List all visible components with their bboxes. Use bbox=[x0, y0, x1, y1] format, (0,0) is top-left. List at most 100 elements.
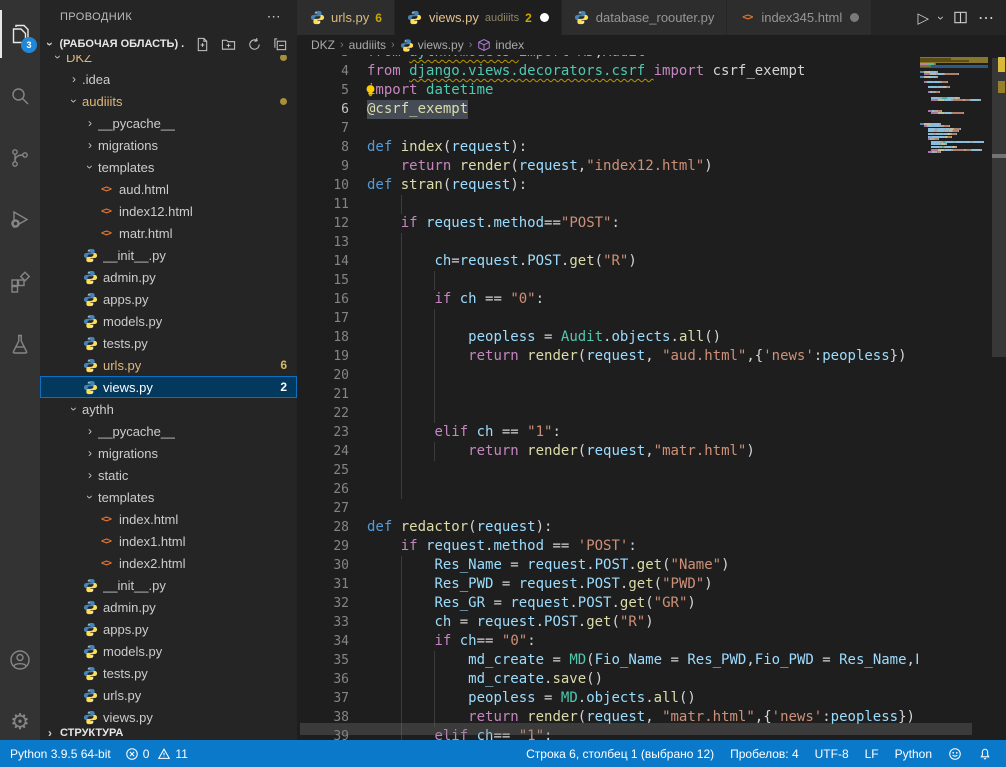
code-line-18[interactable]: 18 peopless = Audit.objects.all() bbox=[297, 328, 1006, 347]
code-line-12[interactable]: 12 if request.method=="POST": bbox=[297, 214, 1006, 233]
tree-item-aud-html[interactable]: <>aud.html bbox=[40, 178, 297, 200]
code-line-5[interactable]: 5import datetime bbox=[297, 81, 1006, 100]
code-line-11[interactable]: 11 bbox=[297, 195, 1006, 214]
tree-item-static[interactable]: ›static bbox=[40, 464, 297, 486]
code-line-29[interactable]: 29 if request.method == 'POST': bbox=[297, 537, 1006, 556]
code-line-28[interactable]: 28def redactor(request): bbox=[297, 518, 1006, 537]
code-line-17[interactable]: 17 bbox=[297, 309, 1006, 328]
vertical-scrollbar[interactable] bbox=[992, 55, 1006, 740]
breadcrumb-item-index[interactable]: index bbox=[477, 38, 524, 52]
feedback-icon[interactable] bbox=[948, 747, 962, 761]
code-line-10[interactable]: 10def stran(request): bbox=[297, 176, 1006, 195]
tab-urls-py[interactable]: urls.py6 bbox=[297, 0, 395, 35]
code-line-8[interactable]: 8def index(request): bbox=[297, 138, 1006, 157]
run-dropdown-icon[interactable]: › bbox=[934, 16, 948, 20]
run-button[interactable]: ▷ bbox=[917, 9, 929, 27]
code-line-24[interactable]: 24 return render(request,"matr.html") bbox=[297, 442, 1006, 461]
workspace-section-header[interactable]: › (РАБОЧАЯ ОБЛАСТЬ) ... bbox=[40, 33, 297, 55]
lightbulb-icon[interactable] bbox=[363, 83, 378, 98]
indentation-status[interactable]: Пробелов: 4 bbox=[730, 747, 799, 761]
tab-database-roouter-py[interactable]: database_roouter.py bbox=[562, 0, 728, 35]
tree-item-migrations[interactable]: ›migrations bbox=[40, 442, 297, 464]
code-line-27[interactable]: 27 bbox=[297, 499, 1006, 518]
code-line-23[interactable]: 23 elif ch == "1": bbox=[297, 423, 1006, 442]
activitybar-extensions-icon[interactable] bbox=[0, 258, 40, 306]
split-editor-icon[interactable] bbox=[953, 10, 968, 25]
more-actions-icon[interactable]: ⋯ bbox=[978, 8, 994, 28]
breadcrumb-item-views-py[interactable]: views.py bbox=[400, 38, 464, 52]
unsaved-dot-icon[interactable] bbox=[540, 13, 549, 22]
new-folder-icon[interactable] bbox=[219, 35, 237, 53]
code-line-15[interactable]: 15 bbox=[297, 271, 1006, 290]
tree-item-matr-html[interactable]: <>matr.html bbox=[40, 222, 297, 244]
activitybar-explorer-icon[interactable]: 3 bbox=[0, 10, 40, 58]
code-line-36[interactable]: 36 md_create.save() bbox=[297, 670, 1006, 689]
cursor-position-status[interactable]: Строка 6, столбец 1 (выбрано 12) bbox=[526, 747, 714, 761]
collapse-all-icon[interactable] bbox=[271, 35, 289, 53]
code-line-9[interactable]: 9 return render(request,"index12.html") bbox=[297, 157, 1006, 176]
tree-item-tests-py[interactable]: tests.py bbox=[40, 332, 297, 354]
tree-item--pycache-[interactable]: ›__pycache__ bbox=[40, 112, 297, 134]
tree-item-index2-html[interactable]: <>index2.html bbox=[40, 552, 297, 574]
tree-item-index-html[interactable]: <>index.html bbox=[40, 508, 297, 530]
tree-item-apps-py[interactable]: apps.py bbox=[40, 618, 297, 640]
horizontal-scrollbar[interactable] bbox=[300, 723, 972, 735]
activitybar-testing-icon[interactable] bbox=[0, 320, 40, 368]
tree-item-audiiits[interactable]: ›audiiits bbox=[40, 90, 297, 112]
code-line-31[interactable]: 31 Res_PWD = request.POST.get("PWD") bbox=[297, 575, 1006, 594]
refresh-icon[interactable] bbox=[245, 35, 263, 53]
code-line-32[interactable]: 32 Res_GR = request.POST.get("GR") bbox=[297, 594, 1006, 613]
explorer-more-icon[interactable]: ⋯ bbox=[267, 8, 281, 25]
encoding-status[interactable]: UTF-8 bbox=[815, 747, 849, 761]
new-file-icon[interactable] bbox=[193, 35, 211, 53]
outline-section-header[interactable]: › СТРУКТУРА bbox=[40, 725, 297, 740]
unsaved-dot-icon[interactable] bbox=[850, 13, 859, 22]
tree-item-urls-py[interactable]: urls.py bbox=[40, 684, 297, 706]
code-line-14[interactable]: 14 ch=request.POST.get("R") bbox=[297, 252, 1006, 271]
tree-item-templates[interactable]: ›templates bbox=[40, 486, 297, 508]
minimap[interactable] bbox=[918, 57, 990, 740]
code-line-16[interactable]: 16 if ch == "0": bbox=[297, 290, 1006, 309]
code-line-22[interactable]: 22 bbox=[297, 404, 1006, 423]
breadcrumb-item-audiiits[interactable]: audiiits bbox=[349, 38, 386, 52]
code-line-19[interactable]: 19 return render(request, "aud.html",{'n… bbox=[297, 347, 1006, 366]
tree-item-templates[interactable]: ›templates bbox=[40, 156, 297, 178]
code-line-35[interactable]: 35 md_create = MD(Fio_Name = Res_PWD,Fio… bbox=[297, 651, 1006, 670]
code-line-6[interactable]: 6@csrf_exempt bbox=[297, 100, 1006, 119]
code-line-33[interactable]: 33 ch = request.POST.get("R") bbox=[297, 613, 1006, 632]
tree-item-tests-py[interactable]: tests.py bbox=[40, 662, 297, 684]
tree-item-admin-py[interactable]: admin.py bbox=[40, 596, 297, 618]
code-line-37[interactable]: 37 peopless = MD.objects.all() bbox=[297, 689, 1006, 708]
activitybar-settings-icon[interactable]: ⚙ bbox=[0, 698, 40, 746]
tree-item--pycache-[interactable]: ›__pycache__ bbox=[40, 420, 297, 442]
python-interpreter-status[interactable]: Python 3.9.5 64-bit bbox=[10, 747, 111, 761]
tree-item-views-py[interactable]: views.py2 bbox=[40, 376, 297, 398]
code-line-4[interactable]: 4from django.views.decorators.csrf impor… bbox=[297, 62, 1006, 81]
tree-item-apps-py[interactable]: apps.py bbox=[40, 288, 297, 310]
tab-index345-html[interactable]: <>index345.html bbox=[727, 0, 872, 35]
code-line-21[interactable]: 21 bbox=[297, 385, 1006, 404]
tree-item--init-py[interactable]: __init__.py bbox=[40, 244, 297, 266]
code-line-7[interactable]: 7 bbox=[297, 119, 1006, 138]
tree-item-index12-html[interactable]: <>index12.html bbox=[40, 200, 297, 222]
tree-item-index1-html[interactable]: <>index1.html bbox=[40, 530, 297, 552]
language-mode-status[interactable]: Python bbox=[895, 747, 932, 761]
activitybar-source-control-icon[interactable] bbox=[0, 134, 40, 182]
tree-item--init-py[interactable]: __init__.py bbox=[40, 574, 297, 596]
activitybar-search-icon[interactable] bbox=[0, 72, 40, 120]
tree-item-models-py[interactable]: models.py bbox=[40, 640, 297, 662]
activitybar-account-icon[interactable] bbox=[0, 636, 40, 684]
code-line-3[interactable]: 3from aythh.models import MD,Audit bbox=[297, 55, 1006, 62]
tree-item-models-py[interactable]: models.py bbox=[40, 310, 297, 332]
code-line-34[interactable]: 34 if ch== "0": bbox=[297, 632, 1006, 651]
eol-status[interactable]: LF bbox=[865, 747, 879, 761]
tab-views-py[interactable]: views.pyaudiiits2 bbox=[395, 0, 562, 35]
scrollbar-thumb[interactable] bbox=[992, 58, 1006, 357]
code-editor[interactable]: 3from aythh.models import MD,Audit4from … bbox=[297, 55, 1006, 740]
activitybar-run-debug-icon[interactable] bbox=[0, 196, 40, 244]
tree-item-migrations[interactable]: ›migrations bbox=[40, 134, 297, 156]
tree-item-urls-py[interactable]: urls.py6 bbox=[40, 354, 297, 376]
code-line-25[interactable]: 25 bbox=[297, 461, 1006, 480]
problems-status[interactable]: 0 11 bbox=[125, 747, 188, 761]
breadcrumb-item-DKZ[interactable]: DKZ bbox=[311, 38, 335, 52]
